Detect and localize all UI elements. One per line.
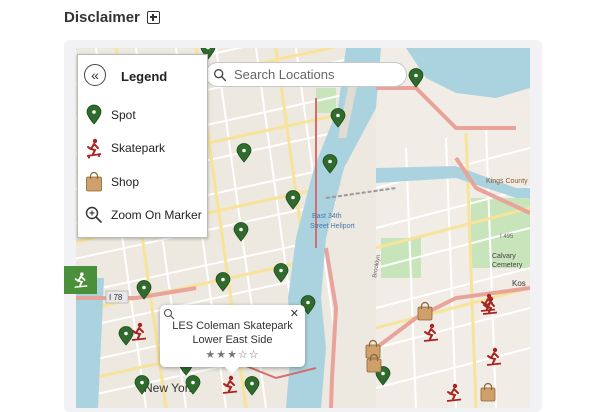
marker-popup: ✕ LES Coleman Skatepark Lower East Side … bbox=[160, 305, 305, 374]
search-input[interactable] bbox=[232, 66, 406, 83]
map-label-i78: I 78 bbox=[109, 293, 123, 302]
map-label-kos: Kos bbox=[512, 279, 526, 288]
spot-pin-icon bbox=[86, 104, 102, 125]
legend-item-shop: Shop bbox=[84, 171, 139, 193]
map-label-heliport: Street Heliport bbox=[310, 223, 355, 230]
map-label-calvary: Calvary bbox=[492, 253, 516, 260]
expand-plus-icon[interactable] bbox=[146, 10, 160, 24]
popup-rating-stars: ★★★☆☆ bbox=[205, 349, 260, 361]
legend-item-zoom: Zoom On Marker bbox=[84, 204, 202, 226]
legend-panel: « Legend Spot Skatepark Shop Zoom On Mar… bbox=[77, 54, 208, 238]
skatepark-icon bbox=[86, 138, 102, 159]
map-label-kings: Kings County bbox=[486, 178, 528, 185]
legend-label-shop: Shop bbox=[111, 175, 140, 189]
zoom-magnifier-icon bbox=[85, 206, 102, 223]
double-chevron-left-icon: « bbox=[91, 67, 99, 83]
map-label-east34: East 34th bbox=[312, 213, 342, 220]
popup-subtitle: Lower East Side bbox=[192, 334, 273, 346]
legend-item-spot: Spot bbox=[84, 104, 136, 126]
disclaimer-header: Disclaimer bbox=[64, 6, 160, 28]
popup-tail bbox=[224, 366, 240, 374]
collapse-legend-button[interactable]: « bbox=[84, 64, 106, 86]
legend-title: Legend bbox=[121, 69, 168, 84]
legend-item-skatepark: Skatepark bbox=[84, 137, 165, 159]
skater-icon bbox=[74, 272, 87, 288]
legend-label-spot: Spot bbox=[111, 108, 136, 122]
legend-label-skatepark: Skatepark bbox=[111, 141, 166, 155]
disclaimer-title: Disclaimer bbox=[64, 8, 140, 26]
search-bar[interactable] bbox=[205, 62, 407, 87]
legend-label-zoom: Zoom On Marker bbox=[111, 208, 202, 222]
map-label-cemetery: Cemetery bbox=[492, 262, 523, 269]
map-label-i495: I 495 bbox=[500, 234, 514, 240]
zoom-icon[interactable] bbox=[163, 308, 175, 320]
popup-title: LES Coleman Skatepark bbox=[172, 320, 293, 332]
search-icon bbox=[214, 68, 227, 81]
shop-bag-icon bbox=[86, 171, 102, 192]
close-icon[interactable]: ✕ bbox=[290, 307, 299, 320]
skatepark-filter-button[interactable] bbox=[64, 266, 97, 294]
